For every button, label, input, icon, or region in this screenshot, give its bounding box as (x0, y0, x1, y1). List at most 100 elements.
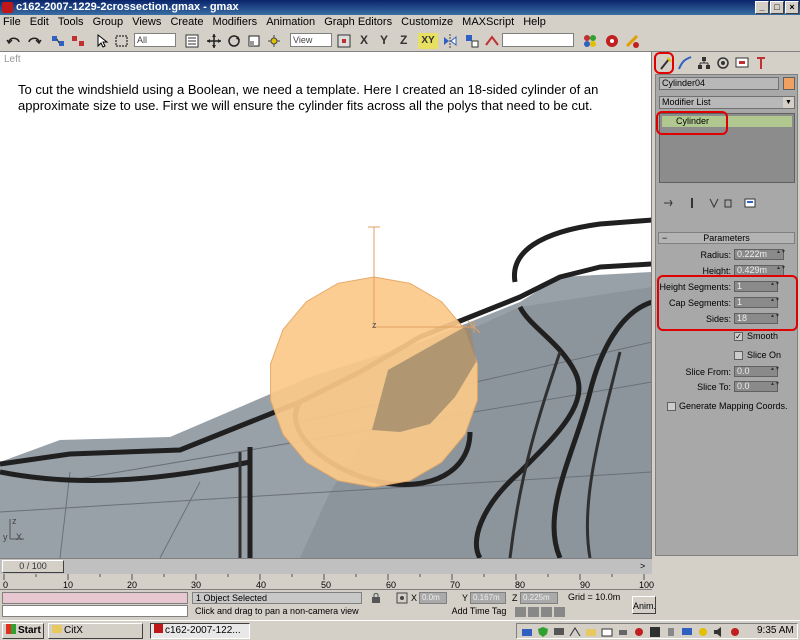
remove-modifier-icon[interactable] (722, 197, 734, 209)
redo-icon[interactable] (26, 33, 42, 49)
lock-selection-icon[interactable] (370, 592, 382, 604)
configure-modifier-sets-icon[interactable] (744, 197, 756, 209)
select-and-link-icon[interactable] (50, 33, 66, 49)
viewport-label[interactable]: Left (4, 54, 21, 65)
maxscript-listener-mini[interactable] (2, 592, 188, 604)
spinner-snap-icon[interactable] (554, 607, 565, 617)
generate-mapping-checkbox[interactable] (667, 402, 676, 411)
x-coord-field[interactable]: 0.0m (419, 592, 447, 604)
time-slider[interactable]: 0 / 100 > (0, 558, 652, 574)
object-name-field[interactable]: Cylinder04 (659, 77, 779, 90)
maximize-button[interactable]: □ (770, 1, 784, 14)
menu-modifiers[interactable]: Modifiers (210, 15, 261, 30)
percent-snap-icon[interactable] (541, 607, 552, 617)
maxscript-output-mini[interactable] (2, 605, 188, 617)
menu-graph-editors[interactable]: Graph Editors (321, 15, 395, 30)
utilities-tab-icon[interactable] (753, 55, 769, 71)
tray-monitor-icon[interactable] (553, 626, 565, 638)
tray-printer-icon[interactable] (617, 626, 629, 638)
z-coord-field[interactable]: 0.225m (520, 592, 558, 604)
reference-coord-dropdown[interactable]: View (290, 33, 332, 47)
slice-from-spinner[interactable]: 0.0 (734, 366, 778, 377)
radius-spinner[interactable]: 0.222m (734, 249, 784, 260)
align-icon[interactable] (464, 33, 480, 49)
minimize-button[interactable]: _ (755, 1, 769, 14)
tray-usb-icon[interactable] (665, 626, 677, 638)
named-selection-icon[interactable] (484, 33, 500, 49)
tray-app-icon[interactable] (649, 626, 661, 638)
system-clock: 9:35 AM (757, 625, 794, 636)
tray-mail-icon[interactable] (601, 626, 613, 638)
pin-stack-icon[interactable] (662, 197, 674, 209)
modify-tab-icon[interactable] (677, 55, 693, 71)
undo-icon[interactable] (6, 33, 22, 49)
tray-folder-icon[interactable] (585, 626, 597, 638)
modifier-list-dropdown[interactable]: Modifier List ▼ (659, 96, 795, 109)
object-color-swatch[interactable] (783, 77, 795, 90)
snap-toggle-icon[interactable] (515, 607, 526, 617)
rectangular-selection-icon[interactable] (114, 33, 130, 49)
restrict-z-button[interactable]: Z (400, 33, 416, 49)
slice-on-checkbox[interactable] (734, 351, 743, 360)
hierarchy-tab-icon[interactable] (696, 55, 712, 71)
manipulate-icon[interactable] (266, 33, 282, 49)
menu-views[interactable]: Views (129, 15, 164, 30)
gmax-taskbar-icon (154, 624, 163, 633)
restrict-xy-button[interactable]: XY (418, 33, 438, 49)
absolute-mode-icon[interactable] (396, 592, 408, 604)
taskbar-item-gmax[interactable]: c162-2007-122... (150, 623, 250, 639)
select-by-name-icon[interactable] (184, 33, 200, 49)
animate-mode-button[interactable]: Anim. (632, 596, 656, 614)
tray-display-icon[interactable] (681, 626, 693, 638)
left-viewport[interactable]: Left To cut the windshield using a Boole… (0, 52, 652, 558)
menu-create[interactable]: Create (167, 15, 206, 30)
smooth-checkbox[interactable]: ✓ (734, 332, 743, 341)
tray-update-icon[interactable] (697, 626, 709, 638)
time-slider-next-icon[interactable]: > (640, 561, 645, 571)
tray-security-icon[interactable] (729, 626, 741, 638)
select-and-rotate-icon[interactable] (226, 33, 242, 49)
track-bar[interactable]: 0 10 20 30 40 50 60 70 80 90 100 (0, 574, 654, 590)
render-scene-icon[interactable] (604, 33, 620, 49)
menu-customize[interactable]: Customize (398, 15, 456, 30)
radius-label: Radius: (700, 250, 731, 260)
select-and-scale-icon[interactable] (246, 33, 262, 49)
select-and-move-icon[interactable] (206, 33, 222, 49)
tray-shield-icon[interactable] (537, 626, 549, 638)
menu-group[interactable]: Group (90, 15, 127, 30)
add-time-tag-button[interactable]: Add Time Tag (448, 606, 510, 618)
angle-snap-icon[interactable] (528, 607, 539, 617)
material-editor-icon[interactable] (582, 33, 598, 49)
selection-filter-dropdown[interactable]: All (134, 33, 176, 47)
tray-network-icon[interactable] (521, 626, 533, 638)
slice-to-spinner[interactable]: 0.0 (734, 381, 778, 392)
menu-animation[interactable]: Animation (263, 15, 318, 30)
tray-red-icon[interactable] (633, 626, 645, 638)
parameters-rollout-header[interactable]: − Parameters (658, 232, 795, 244)
named-selection-dropdown[interactable] (502, 33, 574, 47)
tray-connection-icon[interactable] (569, 626, 581, 638)
motion-tab-icon[interactable] (715, 55, 731, 71)
mirror-icon[interactable] (442, 33, 458, 49)
menu-help[interactable]: Help (520, 15, 549, 30)
slice-from-label: Slice From: (685, 367, 731, 377)
show-end-result-icon[interactable] (686, 197, 698, 209)
quick-render-icon[interactable] (624, 33, 640, 49)
menu-edit[interactable]: Edit (27, 15, 52, 30)
y-coord-field[interactable]: 0.167m (470, 592, 506, 604)
restrict-x-button[interactable]: X (360, 33, 376, 49)
menu-tools[interactable]: Tools (55, 15, 87, 30)
time-slider-thumb[interactable]: 0 / 100 (2, 560, 64, 573)
display-tab-icon[interactable] (734, 55, 750, 71)
tray-volume-icon[interactable] (713, 626, 725, 638)
restrict-y-button[interactable]: Y (380, 33, 396, 49)
close-button[interactable]: × (785, 1, 799, 14)
menu-file[interactable]: File (0, 15, 24, 30)
menu-maxscript[interactable]: MAXScript (459, 15, 517, 30)
select-object-icon[interactable] (94, 33, 110, 49)
make-unique-icon[interactable] (708, 197, 720, 209)
use-pivot-center-icon[interactable] (336, 33, 352, 49)
unlink-selection-icon[interactable] (70, 33, 86, 49)
start-button[interactable]: Start (2, 623, 44, 639)
taskbar-item-citx[interactable]: CitX (48, 623, 143, 639)
